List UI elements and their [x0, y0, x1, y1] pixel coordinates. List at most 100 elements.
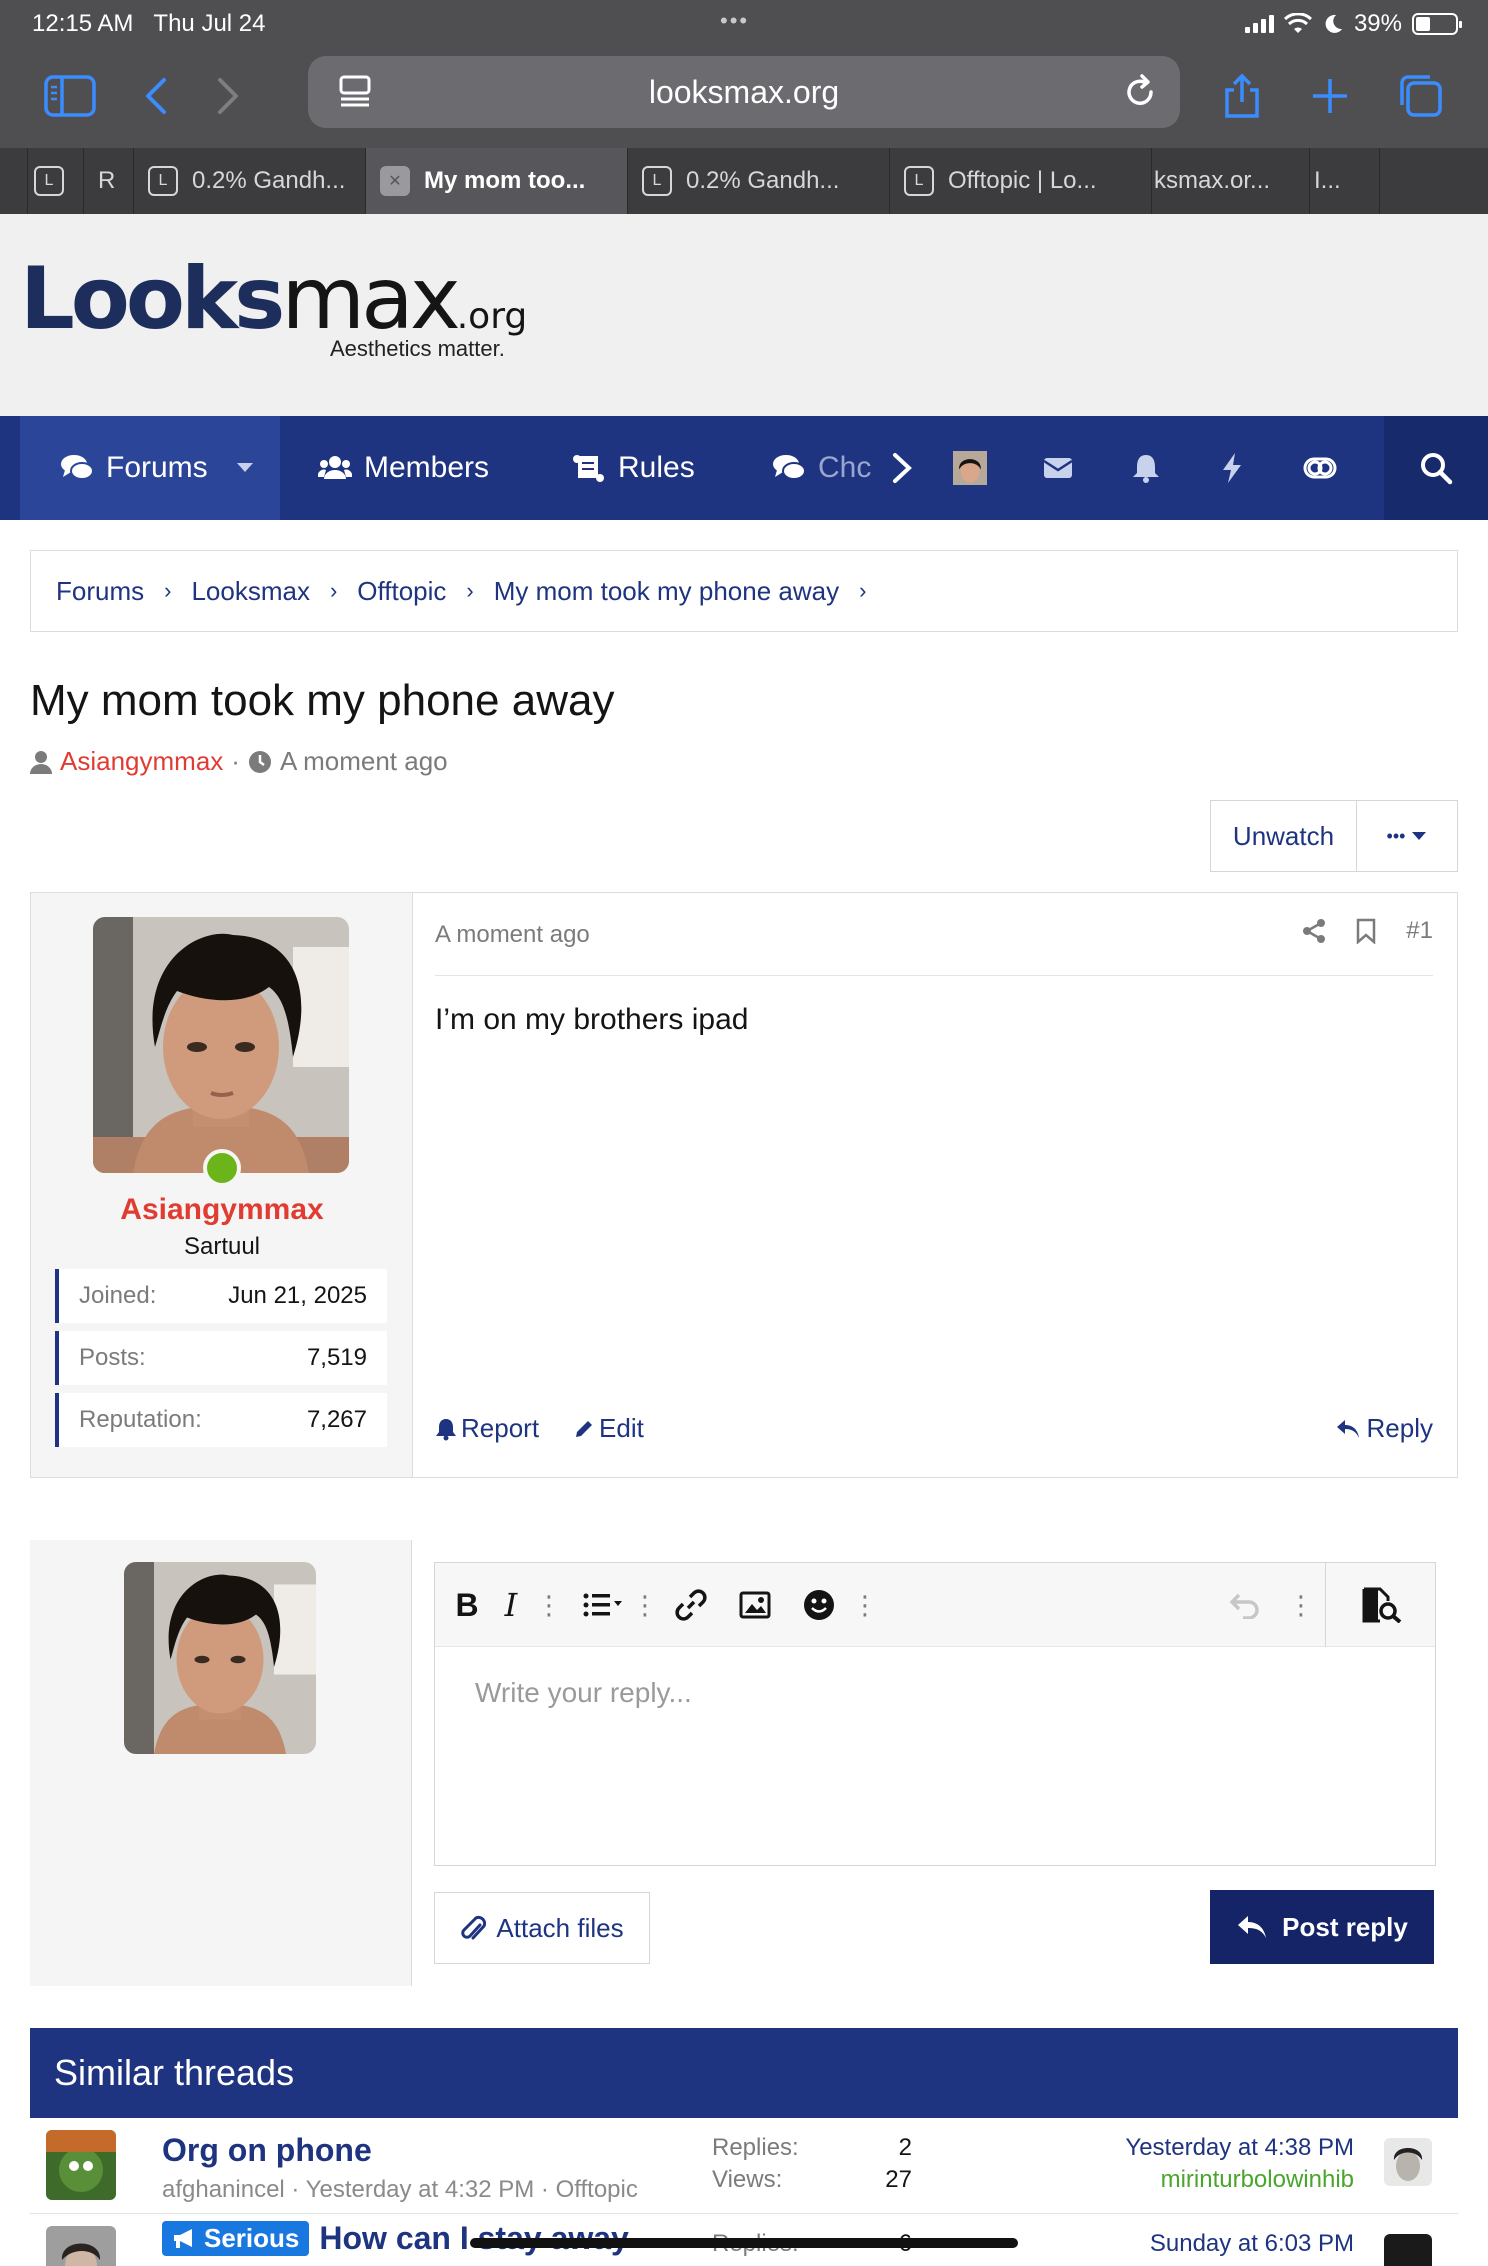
nav-members[interactable]: Members [318, 416, 489, 520]
toggle-icon[interactable] [1280, 416, 1360, 520]
browser-toolbar: looksmax.org [0, 50, 1488, 148]
user-title: Sartuul [183, 1233, 261, 1260]
reply-user-panel [30, 1540, 412, 1986]
home-indicator[interactable] [470, 2238, 1018, 2248]
chevron-down-icon[interactable] [236, 462, 254, 474]
chevron-right-icon: › [164, 578, 172, 603]
similar-thread-title[interactable]: Org on phone [162, 2132, 372, 2169]
nav-rules[interactable]: Rules [572, 416, 695, 520]
prefix-badge[interactable]: Serious [162, 2220, 310, 2256]
status-indicators: 39% [1244, 10, 1462, 38]
breadcrumb-offtopic[interactable]: Offtopic [357, 576, 446, 607]
scroll-icon [573, 455, 604, 482]
chevron-right-icon: › [329, 578, 338, 603]
paperclip-icon [461, 1915, 487, 1940]
page-title: My mom took my phone away [30, 676, 615, 725]
close-tab-icon[interactable]: ✕ [380, 166, 410, 196]
avatar[interactable] [124, 1562, 316, 1754]
tab-2[interactable]: R [84, 148, 134, 214]
thread-time[interactable]: A moment ago [280, 746, 448, 777]
back-icon[interactable] [128, 68, 184, 124]
bell-icon[interactable] [1106, 416, 1186, 520]
status-bar: 12:15 AM Thu Jul 24 ••• 39% [0, 0, 1488, 50]
reload-icon[interactable] [1120, 72, 1160, 112]
bolt-icon[interactable] [1192, 416, 1272, 520]
stat-posts: Posts: 7,519 [55, 1331, 387, 1385]
avatar[interactable] [46, 2226, 116, 2266]
tab-5[interactable]: L 0.2% Gandh... [628, 148, 890, 214]
chat-icon [773, 455, 806, 480]
image-icon[interactable] [731, 1581, 779, 1629]
share-icon[interactable] [1214, 68, 1270, 124]
bold-icon[interactable]: B [443, 1581, 491, 1629]
more-text-options-icon[interactable]: ⋮ [525, 1581, 573, 1629]
post-reply-button[interactable]: Post reply [1210, 1890, 1434, 1964]
tab-6[interactable]: L Offtopic | Lo... [890, 148, 1152, 214]
tab-8[interactable]: I... [1310, 148, 1380, 214]
more-history-options-icon[interactable]: ⋮ [1277, 1581, 1325, 1629]
site-favicon-icon: L [904, 166, 934, 196]
inbox-icon[interactable] [1018, 416, 1098, 520]
pencil-icon [576, 1420, 593, 1437]
tab-1[interactable]: L [28, 148, 84, 214]
nav-user-avatar[interactable] [930, 416, 1010, 520]
chevron-right-icon: › [466, 578, 474, 603]
multitasking-dots[interactable]: ••• [720, 8, 749, 34]
address-bar[interactable]: looksmax.org [308, 56, 1180, 128]
list-item[interactable]: Org on phone afghanincel · Yesterday at … [30, 2118, 1458, 2214]
tab-7[interactable]: ksmax.or... [1152, 148, 1310, 214]
site-favicon-icon: L [642, 166, 672, 196]
undo-icon[interactable] [1221, 1581, 1269, 1629]
avatar[interactable] [1384, 2234, 1432, 2266]
breadcrumb-thread[interactable]: My mom took my phone away [494, 576, 839, 607]
site-logo[interactable]: Looksmax.org Aesthetics matter. [20, 256, 527, 361]
post-username[interactable]: Asiangymmax [31, 1193, 413, 1227]
more-paragraph-options-icon[interactable]: ⋮ [621, 1581, 669, 1629]
quick-reply: B I ⋮ ⋮ ⋮ ⋮ Write your reply... Attach f… [30, 1540, 1458, 1986]
similar-thread-last-post: Yesterday at 4:38 PM mirinturbolowinhib [1125, 2134, 1354, 2193]
users-icon [318, 456, 352, 479]
post-date[interactable]: A moment ago [435, 921, 590, 949]
caret-down-icon [1412, 832, 1427, 840]
avatar[interactable] [1384, 2138, 1432, 2186]
attach-files-button[interactable]: Attach files [434, 1892, 650, 1964]
thread-actions: Unwatch ••• [1210, 800, 1458, 872]
thread-author[interactable]: Asiangymmax [60, 746, 223, 777]
reply-button[interactable]: Reply [1335, 1413, 1433, 1444]
site-tagline: Aesthetics matter. [330, 336, 505, 361]
preview-icon[interactable] [1325, 1563, 1435, 1647]
more-insert-options-icon[interactable]: ⋮ [841, 1581, 889, 1629]
post-number[interactable]: #1 [1406, 917, 1433, 945]
tab-0[interactable] [0, 148, 28, 214]
more-options-button[interactable]: ••• [1357, 801, 1457, 871]
sidebar-toggle-icon[interactable] [42, 68, 98, 124]
tab-3[interactable]: L 0.2% Gandh... [134, 148, 366, 214]
editor-toolbar: B I ⋮ ⋮ ⋮ ⋮ [435, 1563, 1435, 1647]
edit-button[interactable]: Edit [573, 1413, 644, 1444]
moon-icon [1325, 14, 1342, 33]
breadcrumb-looksmax[interactable]: Looksmax [191, 576, 310, 607]
post-user-panel: Asiangymmax Sartuul Joined: Jun 21, 2025 … [31, 893, 413, 1477]
tab-active[interactable]: ✕ My mom too... [366, 148, 628, 214]
post-top-actions: #1 [1302, 917, 1433, 945]
post-body: I’m on my brothers ipad [435, 1003, 749, 1036]
share-icon[interactable] [1302, 918, 1326, 944]
new-tab-icon[interactable] [1302, 68, 1358, 124]
bookmark-icon[interactable] [1356, 918, 1376, 944]
reply-input[interactable]: Write your reply... [475, 1677, 692, 1709]
search-button[interactable] [1384, 416, 1488, 520]
report-button[interactable]: Report [435, 1413, 539, 1444]
emoji-icon[interactable] [795, 1581, 843, 1629]
post-footer: Report Edit Reply [435, 1413, 1433, 1444]
tabs-overview-icon[interactable] [1392, 68, 1448, 124]
nav-forums[interactable]: Forums [20, 416, 280, 520]
breadcrumb-forums[interactable]: Forums [56, 576, 144, 607]
avatar[interactable] [46, 2130, 116, 2200]
avatar[interactable] [93, 917, 349, 1173]
reply-icon [1336, 1419, 1359, 1438]
link-icon[interactable] [667, 1581, 715, 1629]
nav-chat[interactable]: Chc [772, 416, 872, 520]
forward-icon[interactable] [200, 68, 256, 124]
similar-thread-meta: afghanincel · Yesterday at 4:32 PM · Off… [162, 2176, 638, 2203]
unwatch-button[interactable]: Unwatch [1211, 801, 1357, 871]
